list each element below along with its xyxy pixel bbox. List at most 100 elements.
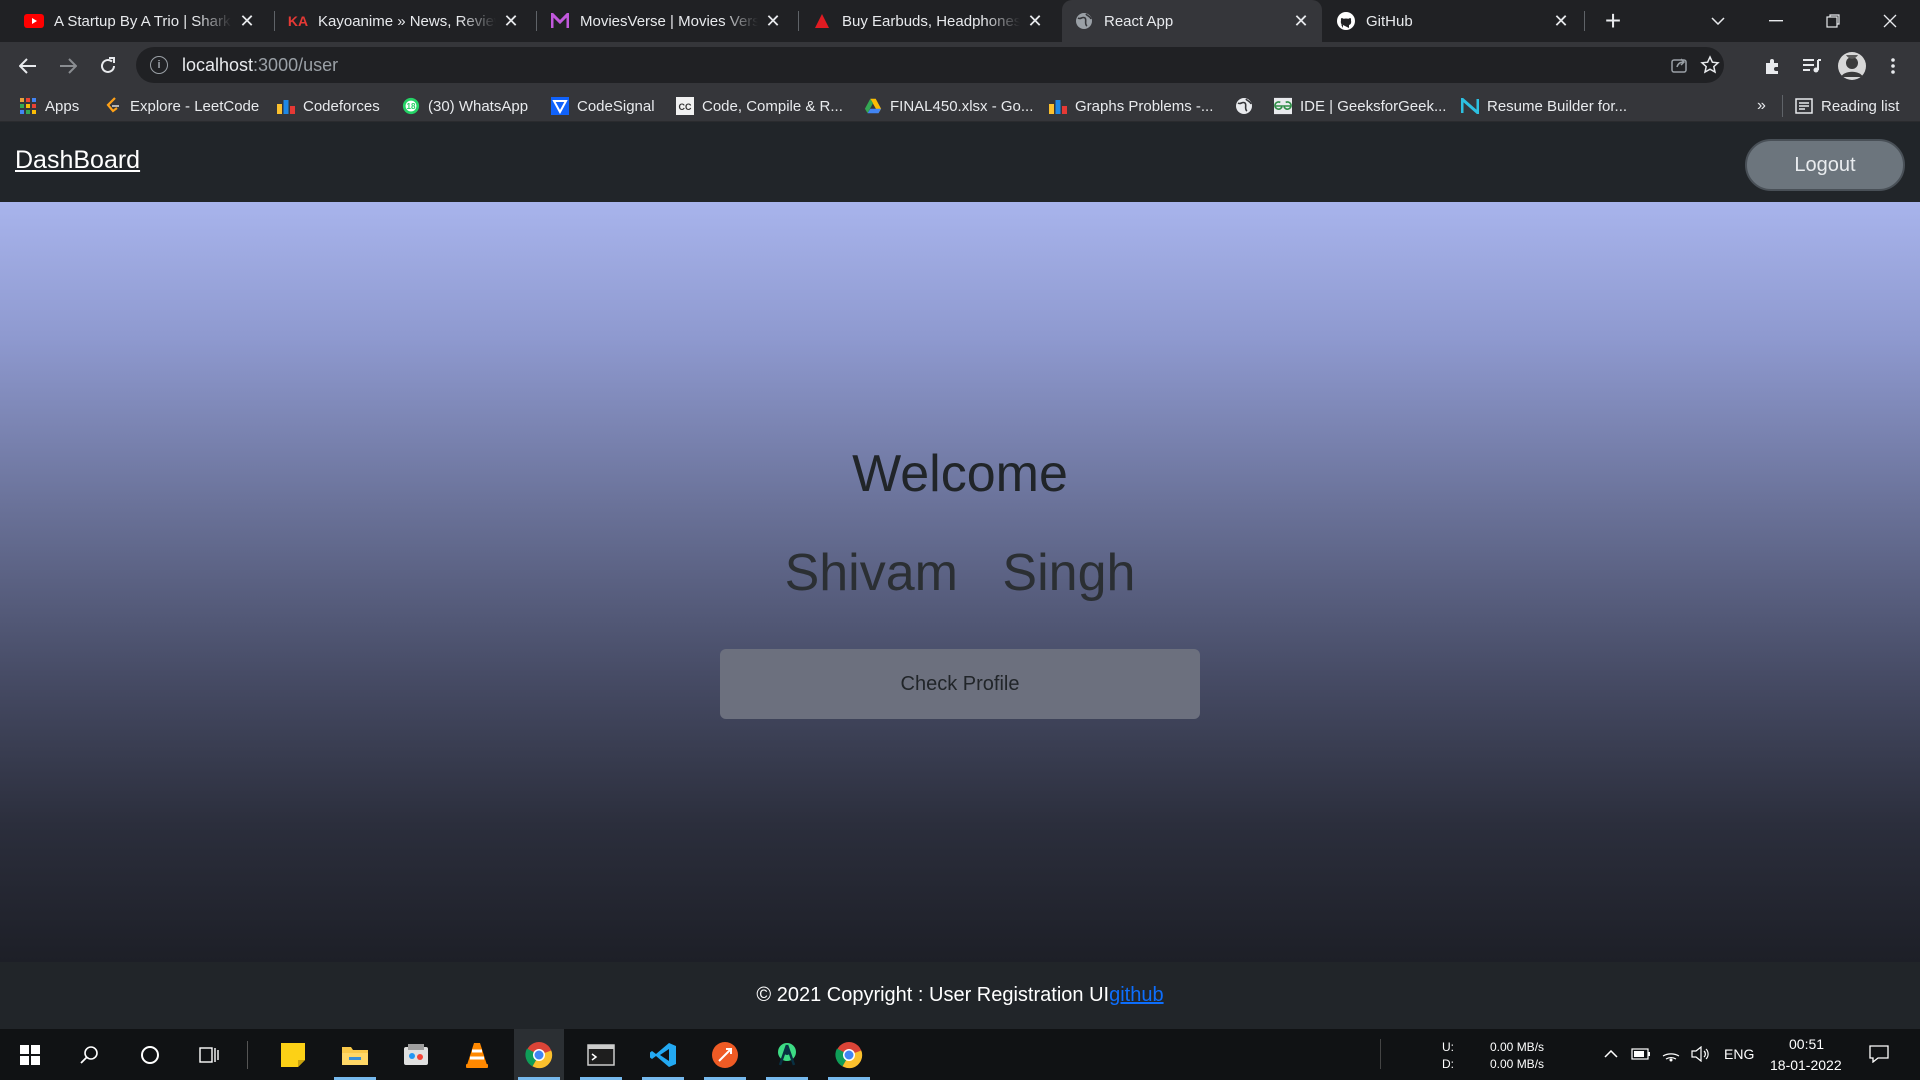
search-icon[interactable] bbox=[64, 1029, 114, 1080]
footer-copyright: © 2021 Copyright : User Registration UI bbox=[756, 984, 1110, 1006]
battery-icon[interactable] bbox=[1630, 1043, 1652, 1065]
vlc-icon[interactable] bbox=[452, 1029, 502, 1080]
kayoanime-icon: KA bbox=[287, 13, 309, 29]
share-icon[interactable] bbox=[1669, 55, 1689, 75]
close-tab-icon[interactable]: ✕ bbox=[762, 10, 784, 32]
bookmarks-overflow-button[interactable]: » bbox=[1757, 94, 1766, 118]
chrome-icon[interactable] bbox=[824, 1029, 874, 1080]
page-footer: © 2021 Copyright : User Registration UI … bbox=[0, 962, 1920, 1029]
close-tab-icon[interactable]: ✕ bbox=[1024, 10, 1046, 32]
bookmark-gfg-ide[interactable]: IDE | GeeksforGeek... bbox=[1274, 94, 1446, 118]
logout-button[interactable]: Logout bbox=[1745, 139, 1905, 191]
profile-avatar[interactable] bbox=[1836, 50, 1868, 82]
net-download-speed: 0.00 MB/s bbox=[1490, 1057, 1545, 1071]
web-page: DashBoard Logout Welcome Shivam Singh Ch… bbox=[0, 122, 1920, 1029]
reading-list-button[interactable]: Reading list bbox=[1795, 94, 1899, 118]
tab-github[interactable]: GitHub ✕ bbox=[1324, 0, 1582, 42]
file-explorer-icon[interactable] bbox=[330, 1029, 380, 1080]
cortana-icon[interactable] bbox=[125, 1029, 175, 1080]
globe-icon bbox=[1235, 97, 1253, 115]
bookmark-codesignal[interactable]: CodeSignal bbox=[551, 94, 655, 118]
tab-search-chevron-icon[interactable] bbox=[1690, 0, 1746, 42]
bookmark-codeforces[interactable]: Codeforces bbox=[277, 94, 380, 118]
android-studio-icon[interactable] bbox=[762, 1029, 812, 1080]
volume-icon[interactable] bbox=[1690, 1043, 1712, 1065]
close-tab-icon[interactable]: ✕ bbox=[500, 10, 522, 32]
bookmark-globe[interactable] bbox=[1235, 94, 1261, 118]
codeforces-icon bbox=[277, 97, 295, 115]
apps-grid-icon bbox=[19, 97, 37, 115]
reading-list-label: Reading list bbox=[1821, 97, 1900, 115]
bookmark-whatsapp[interactable]: 18 (30) WhatsApp bbox=[402, 94, 528, 118]
bookmark-graphs-problems[interactable]: Graphs Problems -... bbox=[1049, 94, 1213, 118]
close-tab-icon[interactable]: ✕ bbox=[236, 10, 258, 32]
browser-tab-strip: A Startup By A Trio | Shark Tank ✕ KA Ka… bbox=[0, 0, 1920, 42]
tab-divider bbox=[798, 11, 799, 31]
tab-youtube[interactable]: A Startup By A Trio | Shark Tank ✕ bbox=[12, 0, 268, 42]
notifications-icon[interactable] bbox=[1868, 1043, 1890, 1065]
input-language-indicator[interactable]: ENG bbox=[1724, 1046, 1754, 1062]
ms-paint-icon[interactable] bbox=[391, 1029, 441, 1080]
terminal-icon[interactable] bbox=[576, 1029, 626, 1080]
site-info-icon[interactable]: i bbox=[150, 56, 168, 74]
wifi-icon[interactable] bbox=[1660, 1043, 1682, 1065]
task-view-icon[interactable] bbox=[185, 1029, 235, 1080]
footer-github-link[interactable]: github bbox=[1109, 984, 1164, 1007]
extensions-puzzle-icon[interactable] bbox=[1756, 50, 1788, 82]
bookmark-label: Explore - LeetCode bbox=[130, 97, 260, 115]
tab-title: MoviesVerse | Movies Verse bbox=[580, 12, 758, 30]
tab-boat[interactable]: Buy Earbuds, Headphones, Earphones ✕ bbox=[800, 0, 1056, 42]
svg-text:CC: CC bbox=[679, 102, 692, 112]
tab-title: Kayoanime » News, Reviews bbox=[318, 12, 496, 30]
tab-moviesverse[interactable]: MoviesVerse | Movies Verse ✕ bbox=[538, 0, 794, 42]
windows-taskbar: U: D: 0.00 MB/s 0.00 MB/s ENG 00:51 18-0… bbox=[0, 1029, 1920, 1080]
tab-divider bbox=[1584, 11, 1585, 31]
postman-icon[interactable] bbox=[700, 1029, 750, 1080]
close-tab-icon[interactable]: ✕ bbox=[1550, 10, 1572, 32]
show-hidden-icons-chevron-icon[interactable] bbox=[1600, 1043, 1622, 1065]
app-navbar: DashBoard Logout bbox=[0, 122, 1920, 202]
windows-start-icon[interactable] bbox=[5, 1029, 55, 1080]
net-upload-speed: 0.00 MB/s bbox=[1490, 1040, 1545, 1054]
close-window-button[interactable] bbox=[1862, 0, 1918, 42]
reload-button[interactable] bbox=[92, 50, 124, 82]
bookmark-final450[interactable]: FINAL450.xlsx - Go... bbox=[864, 94, 1033, 118]
globe-icon bbox=[1074, 11, 1094, 31]
new-tab-button[interactable]: + bbox=[1598, 5, 1628, 36]
google-drive-icon bbox=[864, 97, 882, 115]
bookmark-code-compile[interactable]: CC Code, Compile & R... bbox=[676, 94, 843, 118]
tab-title: GitHub bbox=[1366, 12, 1413, 30]
address-bar[interactable]: i localhost:3000/user bbox=[136, 47, 1724, 83]
back-button[interactable] bbox=[12, 50, 44, 82]
bookmark-label: Graphs Problems -... bbox=[1075, 97, 1214, 115]
tab-kayoanime[interactable]: KA Kayoanime » News, Reviews ✕ bbox=[276, 0, 532, 42]
tab-react-app[interactable]: React App ✕ bbox=[1062, 0, 1322, 42]
minimize-window-button[interactable] bbox=[1748, 0, 1804, 42]
bookmark-label: Resume Builder for... bbox=[1487, 97, 1628, 115]
clock-time[interactable]: 00:51 bbox=[1789, 1036, 1824, 1052]
close-tab-icon[interactable]: ✕ bbox=[1290, 10, 1312, 32]
forward-button[interactable] bbox=[52, 50, 84, 82]
media-queue-icon[interactable] bbox=[1796, 50, 1828, 82]
leetcode-icon bbox=[104, 97, 122, 115]
bookmark-label: Codeforces bbox=[303, 97, 380, 115]
tab-divider bbox=[536, 11, 537, 31]
dashboard-brand-link[interactable]: DashBoard bbox=[15, 146, 140, 175]
chrome-icon[interactable] bbox=[514, 1029, 564, 1080]
restore-window-button[interactable] bbox=[1805, 0, 1861, 42]
address-url: localhost:3000/user bbox=[182, 54, 339, 75]
check-profile-button[interactable]: Check Profile bbox=[720, 649, 1200, 719]
bookmark-leetcode[interactable]: Explore - LeetCode bbox=[104, 94, 259, 118]
bookmark-label: Apps bbox=[45, 97, 80, 115]
clock-date[interactable]: 18-01-2022 bbox=[1770, 1057, 1842, 1073]
tab-title: Buy Earbuds, Headphones, Earphones bbox=[842, 12, 1020, 30]
bookmark-resume-builder[interactable]: Resume Builder for... bbox=[1461, 94, 1627, 118]
vscode-icon[interactable] bbox=[638, 1029, 688, 1080]
code-compile-icon: CC bbox=[676, 97, 694, 115]
bookmark-apps[interactable]: Apps bbox=[19, 94, 79, 118]
sticky-notes-icon[interactable] bbox=[268, 1029, 318, 1080]
bookmarks-bar: Apps Explore - LeetCode Codeforces 18 (3… bbox=[0, 90, 1920, 122]
chrome-menu-icon[interactable] bbox=[1877, 50, 1909, 82]
github-icon bbox=[1336, 11, 1356, 31]
bookmark-star-icon[interactable] bbox=[1700, 55, 1720, 75]
